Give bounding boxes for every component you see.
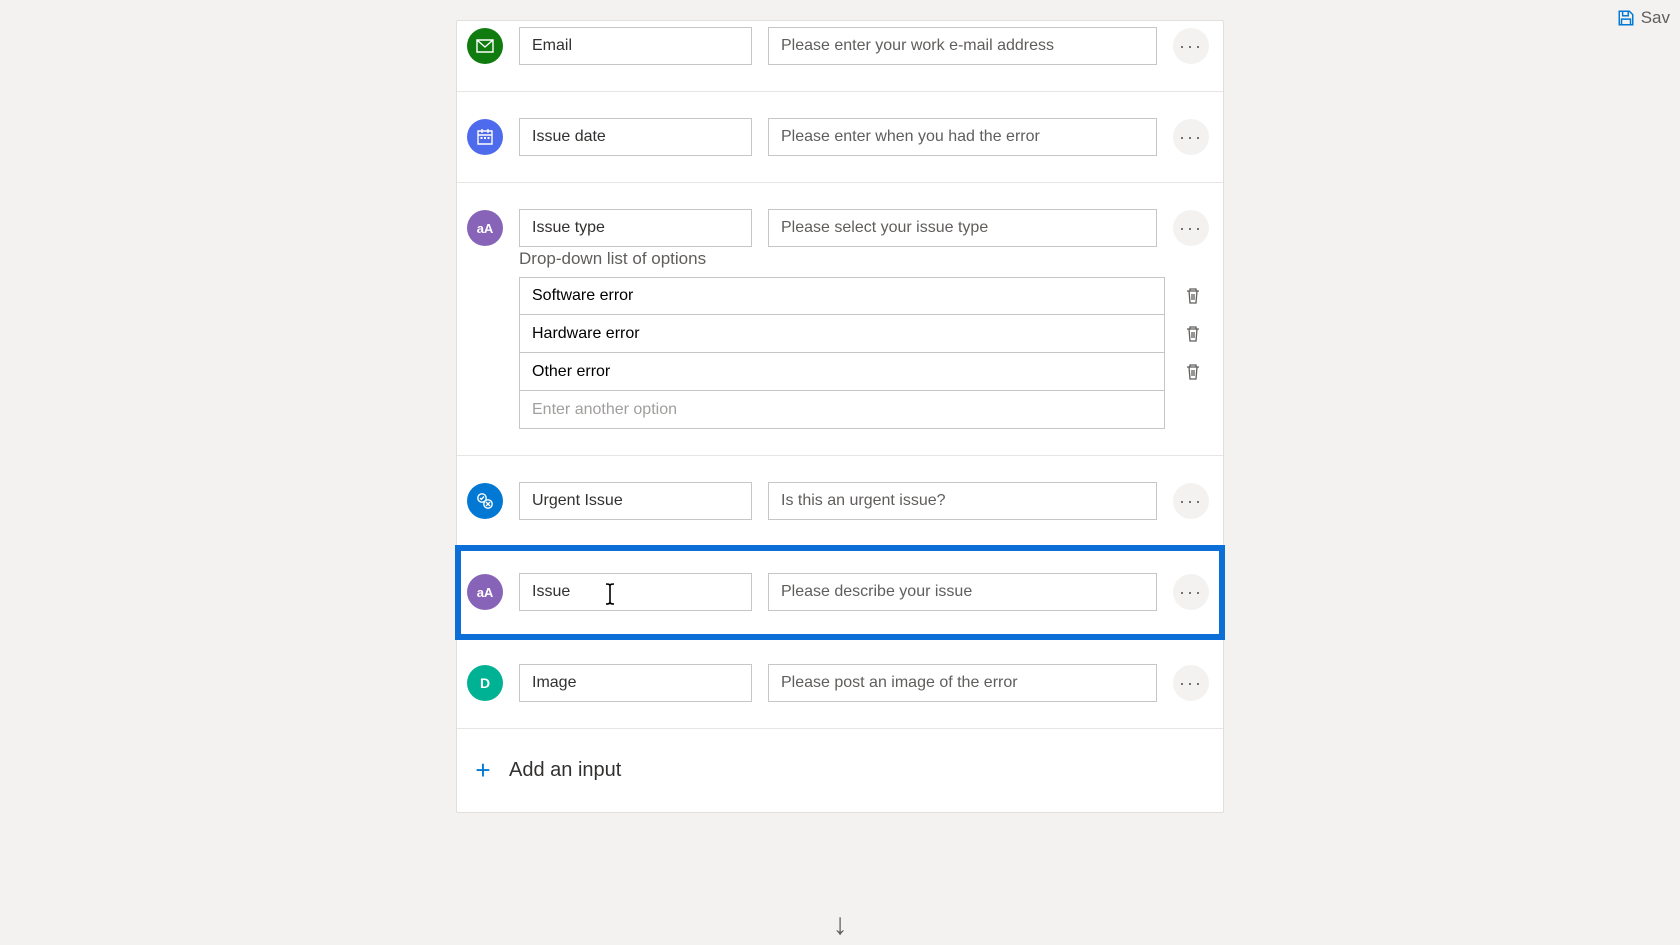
ellipsis-icon: ···	[1179, 128, 1203, 146]
save-icon	[1617, 9, 1635, 27]
yesno-icon	[467, 483, 503, 519]
top-toolbar: Sav	[1607, 0, 1680, 36]
save-label[interactable]: Sav	[1641, 8, 1670, 28]
field-name-input[interactable]	[519, 664, 752, 702]
field-row-image: D ···	[457, 638, 1223, 729]
delete-option-button[interactable]	[1177, 318, 1209, 350]
dropdown-options-title: Drop-down list of options	[519, 249, 1209, 269]
field-more-button[interactable]: ···	[1173, 119, 1209, 155]
field-description-input[interactable]	[768, 118, 1157, 156]
field-more-button[interactable]: ···	[1173, 665, 1209, 701]
field-description-input[interactable]	[768, 664, 1157, 702]
field-name-input[interactable]	[519, 482, 752, 520]
trash-icon	[1184, 325, 1202, 343]
dropdown-options-block: Drop-down list of options	[457, 249, 1223, 456]
ellipsis-icon: ···	[1179, 492, 1203, 510]
field-description-input[interactable]	[768, 209, 1157, 247]
dropdown-option-row	[519, 353, 1209, 391]
text-icon: aA	[467, 210, 503, 246]
field-name-input[interactable]	[519, 27, 752, 65]
file-icon: D	[467, 665, 503, 701]
dropdown-option-row	[519, 277, 1209, 315]
field-name-input[interactable]	[519, 118, 752, 156]
ellipsis-icon: ···	[1179, 674, 1203, 692]
field-row-issue: aA ···	[457, 547, 1223, 638]
delete-option-button[interactable]	[1177, 280, 1209, 312]
flow-connector-arrow-icon: ↓	[833, 908, 848, 942]
ellipsis-icon: ···	[1179, 583, 1203, 601]
field-row-urgent-issue: ···	[457, 456, 1223, 547]
ellipsis-icon: ···	[1179, 37, 1203, 55]
field-more-button[interactable]: ···	[1173, 210, 1209, 246]
field-description-input[interactable]	[768, 573, 1157, 611]
add-input-label: Add an input	[509, 759, 621, 782]
dropdown-option-row	[519, 391, 1209, 429]
trash-icon	[1184, 287, 1202, 305]
field-name-input[interactable]	[519, 209, 752, 247]
field-more-button[interactable]: ···	[1173, 483, 1209, 519]
field-description-input[interactable]	[768, 482, 1157, 520]
field-row-email: ···	[457, 21, 1223, 92]
field-row-issue-date: ···	[457, 92, 1223, 183]
dropdown-option-input[interactable]	[519, 353, 1165, 391]
trash-icon	[1184, 363, 1202, 381]
form-builder-card: ··· ··· aA ··· Drop-down list of options	[456, 20, 1224, 813]
field-name-input[interactable]	[519, 573, 752, 611]
field-more-button[interactable]: ···	[1173, 28, 1209, 64]
dropdown-option-input[interactable]	[519, 315, 1165, 353]
field-description-input[interactable]	[768, 27, 1157, 65]
add-input-button[interactable]: + Add an input	[457, 729, 1223, 812]
dropdown-option-row	[519, 315, 1209, 353]
plus-icon: +	[471, 755, 495, 786]
dropdown-option-input[interactable]	[519, 277, 1165, 315]
calendar-icon	[467, 119, 503, 155]
delete-option-button[interactable]	[1177, 356, 1209, 388]
email-icon	[467, 28, 503, 64]
text-icon: aA	[467, 574, 503, 610]
dropdown-new-option-input[interactable]	[519, 391, 1165, 429]
ellipsis-icon: ···	[1179, 219, 1203, 237]
field-more-button[interactable]: ···	[1173, 574, 1209, 610]
